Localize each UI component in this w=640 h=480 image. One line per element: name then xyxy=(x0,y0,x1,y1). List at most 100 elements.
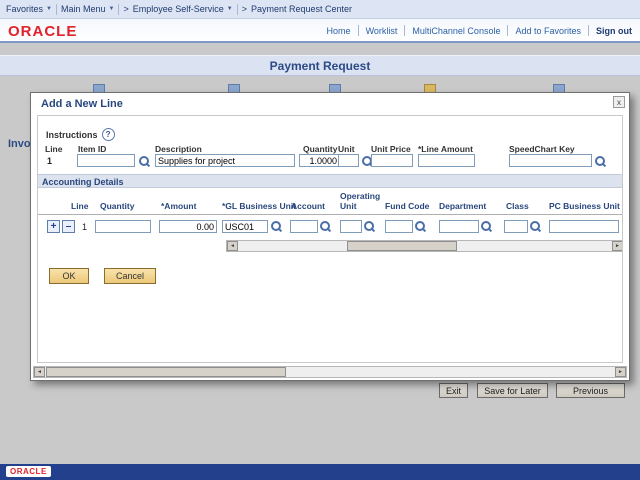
unit-price-label: Unit Price xyxy=(371,144,411,154)
row-pc-business-unit-input[interactable] xyxy=(549,220,619,233)
gl-business-unit-lookup-icon[interactable] xyxy=(270,220,283,233)
operating-unit-lookup-icon[interactable] xyxy=(363,220,376,233)
exit-button[interactable]: Exit xyxy=(439,383,468,398)
page-title: Payment Request xyxy=(270,59,371,73)
unit-price-input[interactable] xyxy=(371,154,413,167)
unit-label: Unit xyxy=(338,144,355,154)
breadcrumb-favorites[interactable]: Favorites ▼ xyxy=(6,4,52,14)
breadcrumb-label: Main Menu xyxy=(61,4,106,14)
separator xyxy=(237,4,238,15)
separator xyxy=(507,25,508,36)
col-gl-business-unit: *GL Business Unit xyxy=(222,202,296,212)
footer-bar: ORACLE xyxy=(0,464,640,480)
section-label-invoice: Invo xyxy=(8,138,32,150)
quantity-input[interactable] xyxy=(299,154,340,167)
breadcrumb-arrow-icon: > xyxy=(123,4,128,14)
col-amount: *Amount xyxy=(161,202,196,212)
ok-button[interactable]: OK xyxy=(49,268,89,284)
row-department-input[interactable] xyxy=(439,220,479,233)
speedchart-lookup-icon[interactable] xyxy=(594,155,607,168)
line-amount-label: *Line Amount xyxy=(418,144,473,154)
description-label: Description xyxy=(155,144,202,154)
breadcrumb-main-menu[interactable]: Main Menu ▼ xyxy=(61,4,114,14)
class-lookup-icon[interactable] xyxy=(529,220,542,233)
quantity-label: Quantity xyxy=(303,144,337,154)
link-worklist[interactable]: Worklist xyxy=(366,26,398,36)
oracle-logo: ORACLE xyxy=(8,23,77,40)
close-icon[interactable]: x xyxy=(613,96,625,108)
col-fund-code: Fund Code xyxy=(385,202,429,212)
unit-input[interactable] xyxy=(338,154,359,167)
chevron-down-icon: ▼ xyxy=(227,6,233,12)
link-home[interactable]: Home xyxy=(327,26,351,36)
chevron-down-icon: ▼ xyxy=(46,6,52,12)
separator xyxy=(588,25,589,36)
oracle-footer-logo: ORACLE xyxy=(6,466,51,477)
breadcrumb-arrow-icon: > xyxy=(242,4,247,14)
col-department: Department xyxy=(439,202,486,212)
dialog-scrollbar-thumb[interactable] xyxy=(46,367,286,377)
dialog-scrollbar[interactable]: ◄ ► xyxy=(33,366,627,378)
line-label: Line xyxy=(45,144,62,154)
col-pc-business-unit: PC Business Unit xyxy=(549,202,623,212)
dialog-body: Instructions ? Line Item ID Description … xyxy=(37,115,623,363)
row-line-number: 1 xyxy=(82,222,87,232)
scroll-left-icon[interactable]: ◄ xyxy=(34,367,45,377)
remove-row-button[interactable]: – xyxy=(62,220,75,233)
dialog-title: Add a New Line xyxy=(41,98,123,110)
instructions-label: Instructions xyxy=(46,130,98,140)
row-gl-business-unit-input[interactable] xyxy=(222,220,268,233)
cancel-button[interactable]: Cancel xyxy=(104,268,156,284)
save-for-later-button[interactable]: Save for Later xyxy=(477,383,548,398)
item-id-input[interactable] xyxy=(77,154,135,167)
link-sign-out[interactable]: Sign out xyxy=(596,26,632,36)
accounting-details-title: Accounting Details xyxy=(42,177,124,187)
add-row-button[interactable]: + xyxy=(47,220,60,233)
scroll-left-icon[interactable]: ◄ xyxy=(227,241,238,251)
breadcrumb-employee-self-service[interactable]: Employee Self-Service ▼ xyxy=(133,4,233,14)
separator xyxy=(358,25,359,36)
item-id-lookup-icon[interactable] xyxy=(138,155,151,168)
col-class: Class xyxy=(506,202,529,212)
col-quantity: Quantity xyxy=(100,202,134,212)
separator xyxy=(56,4,57,15)
accounting-grid-header: Line Quantity *Amount *GL Business Unit … xyxy=(38,192,623,215)
link-add-to-favorites[interactable]: Add to Favorites xyxy=(515,26,581,36)
line-amount-input[interactable] xyxy=(418,154,475,167)
row-operating-unit-input[interactable] xyxy=(340,220,362,233)
accounting-details-band: Accounting Details xyxy=(38,174,623,188)
previous-button[interactable]: Previous xyxy=(556,383,625,398)
department-lookup-icon[interactable] xyxy=(480,220,493,233)
grid-scrollbar[interactable]: ◄ ► xyxy=(226,240,623,252)
breadcrumb: Favorites ▼ Main Menu ▼ > Employee Self-… xyxy=(0,0,640,19)
row-fund-code-input[interactable] xyxy=(385,220,413,233)
header-bar: ORACLE Home Worklist MultiChannel Consol… xyxy=(0,19,640,43)
breadcrumb-label: Payment Request Center xyxy=(251,4,352,14)
link-multichannel-console[interactable]: MultiChannel Console xyxy=(412,26,500,36)
grid-scrollbar-thumb[interactable] xyxy=(347,241,457,251)
separator xyxy=(118,4,119,15)
fund-code-lookup-icon[interactable] xyxy=(414,220,427,233)
breadcrumb-label: Employee Self-Service xyxy=(133,4,224,14)
scroll-right-icon[interactable]: ► xyxy=(615,367,626,377)
col-operating-unit: Operating Unit xyxy=(340,192,376,212)
account-lookup-icon[interactable] xyxy=(319,220,332,233)
row-class-input[interactable] xyxy=(504,220,528,233)
description-input[interactable] xyxy=(155,154,295,167)
breadcrumb-label: Favorites xyxy=(6,4,43,14)
scroll-right-icon[interactable]: ► xyxy=(612,241,623,251)
line-number-value: 1 xyxy=(47,156,52,166)
row-account-input[interactable] xyxy=(290,220,318,233)
page-title-band: Payment Request xyxy=(0,55,640,76)
col-account: Account xyxy=(291,202,325,212)
speedchart-key-label: SpeedChart Key xyxy=(509,144,575,154)
row-quantity-input[interactable] xyxy=(95,220,151,233)
item-id-label: Item ID xyxy=(78,144,106,154)
speedchart-key-input[interactable] xyxy=(509,154,592,167)
row-amount-input[interactable] xyxy=(159,220,217,233)
header-links: Home Worklist MultiChannel Console Add t… xyxy=(327,25,632,36)
breadcrumb-payment-request-center[interactable]: Payment Request Center xyxy=(251,4,352,14)
help-icon[interactable]: ? xyxy=(102,128,115,141)
instructions-row: Instructions ? xyxy=(46,128,115,141)
add-new-line-dialog: Add a New Line x Instructions ? Line Ite… xyxy=(30,92,630,381)
